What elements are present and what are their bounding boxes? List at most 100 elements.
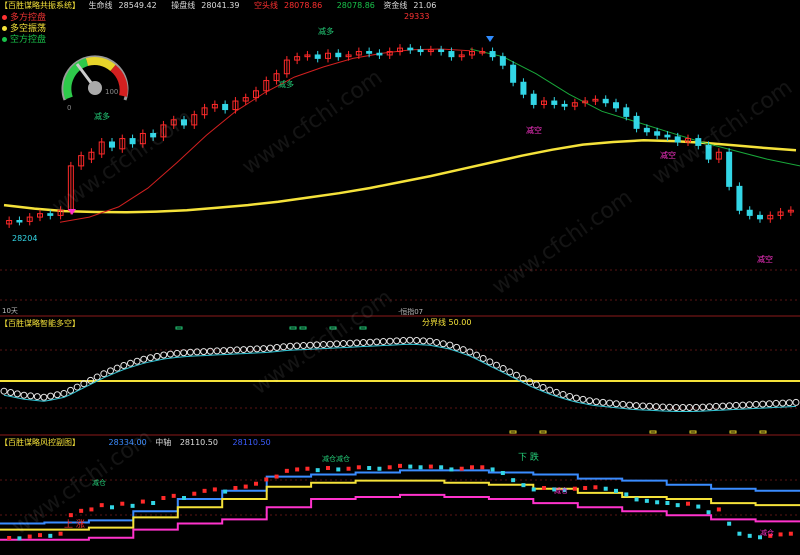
panel1-title[interactable]: 【百胜谋略共振系统】 <box>0 1 80 10</box>
oscillator-point <box>626 401 634 409</box>
oscillator-point <box>120 362 128 370</box>
risk-candle <box>212 487 217 492</box>
signal-label: 减多 <box>94 111 110 121</box>
oscillator-point <box>93 373 101 381</box>
candle-body <box>376 52 383 56</box>
panel2-title[interactable]: 【百胜谋略智能多空】 <box>0 319 80 328</box>
high-price-label: 29333 <box>404 12 429 21</box>
candle-body <box>510 64 517 83</box>
risk-candle <box>593 485 598 490</box>
candle-body <box>499 56 506 66</box>
oscillator-point <box>73 383 81 391</box>
indicator-value: 28078.86 <box>283 1 323 10</box>
oscillator-point <box>346 339 354 347</box>
risk-candle <box>788 531 793 536</box>
signal-dash <box>689 430 697 434</box>
candle-body <box>47 213 54 216</box>
legend-item: 多空振荡 <box>2 24 46 35</box>
oscillator-point <box>539 383 547 391</box>
risk-candle <box>737 531 742 536</box>
risk-candle <box>747 533 752 538</box>
risk-value-3: 28110.50 <box>232 438 271 447</box>
risk-candle <box>706 510 711 515</box>
signal-dash <box>175 326 183 330</box>
band-line <box>0 493 800 541</box>
indicator-value: 28549.42 <box>118 1 157 10</box>
oscillator-point <box>765 400 773 408</box>
oscillator-point <box>153 352 161 360</box>
oscillator-point <box>619 400 627 408</box>
oscillator-point <box>453 343 461 351</box>
candle-body <box>407 47 414 51</box>
oscillator-point <box>566 392 574 400</box>
candle-body <box>222 103 229 111</box>
oscillator-point <box>206 347 214 355</box>
oscillator-point <box>699 403 707 411</box>
candle-body <box>366 51 373 54</box>
cang-label: 减仓 <box>760 528 774 537</box>
oscillator-point <box>739 401 747 409</box>
up-label: 上 涨 <box>64 519 85 530</box>
candle-body <box>654 131 661 136</box>
oscillator-point <box>366 338 374 346</box>
oscillator-point <box>126 359 134 367</box>
panel3-title[interactable]: 【百胜谋略风控副图】 <box>0 438 80 447</box>
risk-candle <box>511 478 516 483</box>
indicator-value: 28041.39 <box>201 1 240 10</box>
risk-candle <box>449 467 454 472</box>
down-label: 下 跌 <box>518 452 539 463</box>
candle-body <box>417 49 424 53</box>
candle-body <box>633 115 640 129</box>
oscillator-point <box>60 389 68 397</box>
oscillator-point <box>200 348 208 356</box>
risk-candle <box>377 466 382 471</box>
oscillator-point <box>612 400 620 408</box>
risk-candle <box>778 532 783 537</box>
legend-label: 多空振荡 <box>10 24 47 34</box>
candle-body <box>489 51 496 58</box>
oscillator-point <box>40 393 48 401</box>
oscillator-point <box>779 399 787 407</box>
oscillator-point <box>113 364 121 372</box>
oscillator-point <box>373 338 381 346</box>
risk-candle <box>655 500 660 505</box>
oscillator-point <box>106 367 114 375</box>
risk-candle <box>387 465 392 470</box>
signal-label: 减空 <box>526 125 542 135</box>
oscillator-point <box>725 402 733 410</box>
signal-dash <box>299 326 307 330</box>
oscillator-point <box>173 349 181 357</box>
oscillator-point <box>439 340 447 348</box>
period-label: 10天 <box>2 307 18 315</box>
legend: 多方控盘 多空振荡 空方控盘 <box>2 13 46 46</box>
oscillator-point <box>20 391 28 399</box>
sub-chart-1 <box>0 326 800 434</box>
risk-candle <box>305 466 310 471</box>
legend-label: 多方控盘 <box>10 13 47 23</box>
cang-label: 减仓 <box>554 486 568 495</box>
oscillator-point <box>666 403 674 411</box>
oscillator-line <box>3 343 797 412</box>
risk-candle <box>418 465 423 470</box>
oscillator-point <box>67 386 75 394</box>
chart-canvas: 0 100 29333 28204 10天 ·恒指07 分界线 50.00 减多… <box>0 12 800 541</box>
risk-candle <box>151 500 156 505</box>
risk-candle <box>634 497 639 502</box>
candle-body <box>314 54 321 59</box>
risk-candle <box>243 484 248 489</box>
risk-candle <box>665 500 670 505</box>
oscillator-point <box>419 337 427 345</box>
indicator-label: 生命线 <box>88 1 113 10</box>
oscillator-point <box>652 403 660 411</box>
oscillator-point <box>639 402 647 410</box>
indicator-label: 资金线 <box>383 1 408 10</box>
oscillator-point <box>146 354 154 362</box>
gauge-hub <box>88 81 102 95</box>
oscillator-point <box>499 365 507 373</box>
oscillator-point <box>486 358 494 366</box>
oscillator-point <box>253 345 261 353</box>
oscillator-point <box>586 397 594 405</box>
oscillator-point <box>100 370 108 378</box>
risk-candle <box>459 466 464 471</box>
indicator-label: 操盘线 <box>171 1 196 10</box>
